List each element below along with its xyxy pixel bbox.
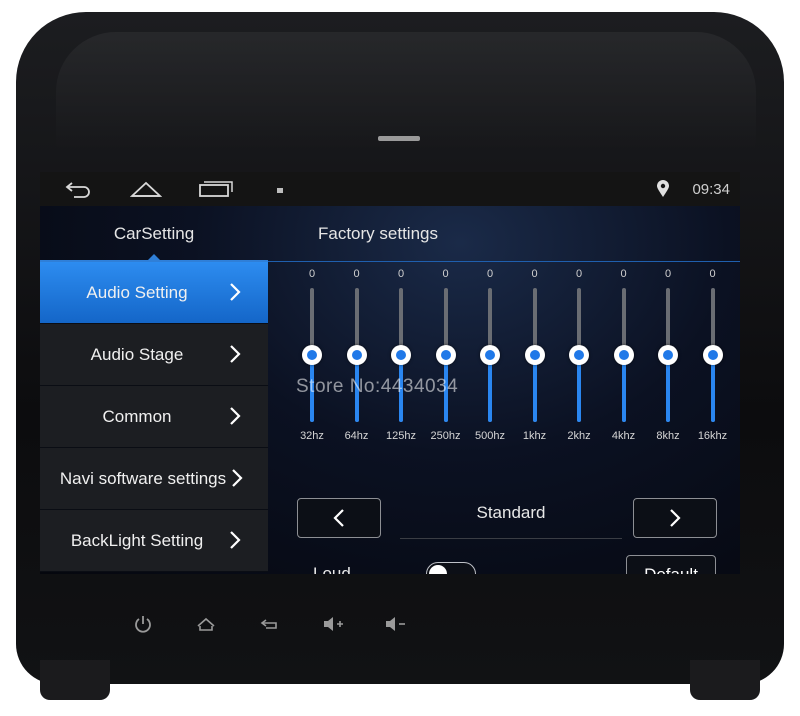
eq-band-frequency: 500hz (475, 430, 505, 442)
loud-toggle[interactable] (426, 562, 476, 574)
back-icon[interactable] (64, 180, 92, 198)
eq-band-frequency: 16khz (697, 430, 728, 442)
eq-band-value: 0 (442, 268, 449, 280)
sidebar-item-label: Navi software settings (59, 468, 227, 488)
chevron-right-icon (230, 345, 241, 363)
volume-up-icon[interactable] (322, 614, 346, 634)
device-foot-right (690, 660, 760, 700)
eq-band-value: 0 (308, 268, 316, 280)
eq-slider-knob[interactable] (346, 345, 367, 365)
eq-band-value: 0 (353, 268, 360, 280)
chevron-right-icon (230, 531, 241, 549)
eq-band-frequency: 64hz (344, 430, 369, 442)
eq-band-frequency: 250hz (430, 430, 461, 442)
back-icon[interactable] (260, 614, 280, 634)
eq-slider-knob[interactable] (391, 345, 411, 365)
chevron-right-icon (232, 469, 243, 487)
eq-band-frequency: 4khz (611, 430, 636, 442)
sidebar-title: CarSetting (113, 224, 195, 243)
eq-band: 0 2khz (557, 262, 601, 452)
eq-slider-fill (488, 355, 492, 422)
chevron-right-icon (230, 407, 241, 425)
eq-slider-knob[interactable] (569, 345, 589, 365)
eq-band: 0 500hz (468, 262, 512, 452)
eq-slider-knob[interactable] (480, 345, 500, 365)
chevron-right-icon (670, 509, 681, 527)
default-button[interactable]: Default (626, 555, 716, 574)
eq-slider-fill (666, 355, 670, 422)
preset-name: Standard (400, 498, 622, 539)
eq-band: 0 4khz (602, 262, 646, 452)
sidebar-item-navi-software-settings[interactable]: Navi software settings (40, 448, 268, 510)
eq-band-value: 0 (709, 268, 716, 280)
eq-slider-knob[interactable] (524, 345, 545, 365)
eq-slider-fill (710, 355, 715, 422)
bezel-gloss (56, 32, 756, 152)
eq-band-frequency: 1khz (522, 430, 547, 442)
equalizer: 0 32hz 0 64hz 0 125hz 0 250hz 0 500hz 0 1khz 0 2khz 0 4… (290, 262, 730, 452)
eq-slider-knob[interactable] (302, 345, 322, 365)
notification-icon (277, 188, 283, 193)
device-slot (378, 136, 420, 141)
eq-band: 0 32hz (290, 262, 334, 452)
power-icon[interactable] (133, 614, 153, 634)
eq-slider-knob[interactable] (613, 345, 634, 365)
recent-apps-icon[interactable] (198, 180, 234, 198)
eq-band-value: 0 (620, 268, 627, 280)
main-panel: CarSetting Factory settings Audio Settin… (40, 206, 740, 574)
home-icon[interactable] (196, 614, 216, 634)
sidebar-item-audio-setting[interactable]: Audio Setting (40, 262, 268, 324)
eq-slider-fill (577, 355, 581, 422)
sidebar-item-common[interactable]: Common (40, 386, 268, 448)
home-icon[interactable] (130, 180, 162, 198)
device-foot-left (40, 660, 110, 700)
eq-band-frequency: 32hz (300, 430, 324, 442)
screen: 09:34 CarSetting Factory settings Audio … (40, 172, 740, 574)
eq-slider-knob[interactable] (435, 345, 456, 365)
eq-band-frequency: 8khz (656, 430, 680, 442)
next-preset-button[interactable] (633, 498, 717, 538)
eq-band: 0 250hz (424, 262, 468, 452)
sidebar: Audio Setting Audio Stage Common Navi so… (40, 262, 268, 572)
watermark: Store No:4434034 (296, 376, 459, 397)
eq-band-frequency: 2khz (567, 430, 591, 442)
volume-down-icon[interactable] (384, 614, 408, 634)
eq-slider-knob[interactable] (658, 345, 678, 365)
sidebar-item-label: Audio Stage (90, 344, 184, 364)
loud-label: Loud (313, 564, 351, 574)
eq-slider-fill (532, 355, 537, 422)
status-bar: 09:34 (40, 172, 740, 206)
sidebar-title-notch (148, 254, 160, 260)
sidebar-item-label: Common (102, 406, 172, 426)
eq-band: 0 16khz (691, 262, 735, 452)
sidebar-item-audio-stage[interactable]: Audio Stage (40, 324, 268, 386)
eq-band-value: 0 (575, 268, 583, 280)
eq-band: 0 1khz (513, 262, 557, 452)
hardware-button-bar (0, 600, 800, 650)
eq-band: 0 8khz (646, 262, 690, 452)
previous-preset-button[interactable] (297, 498, 381, 538)
chevron-left-icon (333, 509, 344, 527)
location-pin-icon (657, 180, 669, 197)
eq-band-value: 0 (531, 268, 538, 280)
loud-toggle-thumb (429, 565, 447, 574)
eq-band-value: 0 (664, 268, 672, 280)
eq-band-frequency: 125hz (386, 430, 416, 442)
sidebar-item-label: Audio Setting (86, 282, 188, 302)
eq-band: 0 64hz (335, 262, 379, 452)
sidebar-item-backlight-setting[interactable]: BackLight Setting (40, 510, 268, 572)
eq-band: 0 125hz (379, 262, 423, 452)
content-title: Factory settings (318, 224, 438, 243)
eq-slider-fill (621, 355, 626, 422)
chevron-right-icon (230, 283, 241, 301)
eq-band-value: 0 (397, 268, 405, 280)
eq-band-value: 0 (486, 268, 494, 280)
eq-slider-knob[interactable] (702, 345, 723, 365)
clock: 09:34 (692, 181, 730, 198)
sidebar-item-label: BackLight Setting (70, 530, 204, 550)
